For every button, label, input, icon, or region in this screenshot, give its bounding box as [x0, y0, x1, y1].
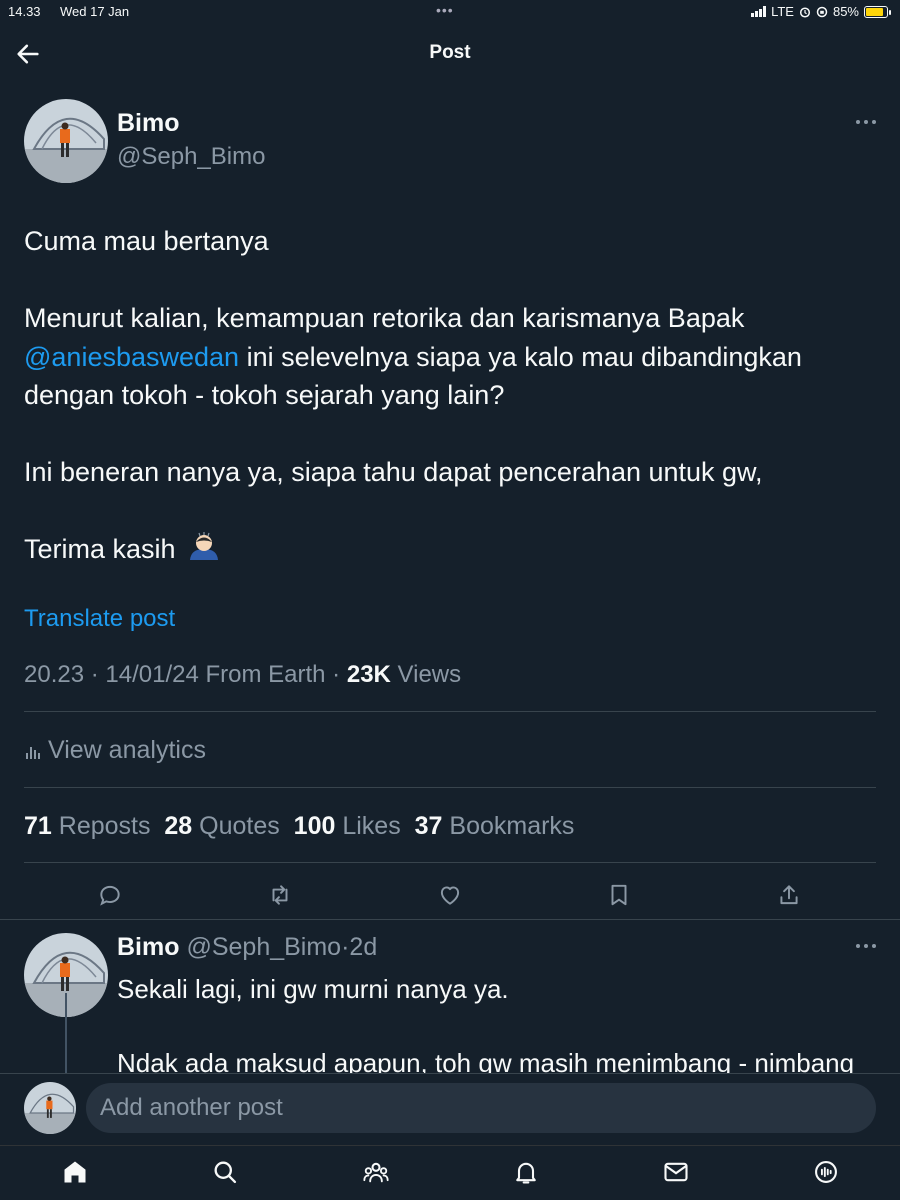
more-options-icon[interactable]: [856, 118, 878, 126]
reposts-count: 71: [24, 812, 52, 840]
divider: [24, 862, 876, 863]
reply-time: 2d: [349, 933, 378, 961]
reply-icon[interactable]: [97, 882, 123, 908]
reply-header: Bimo @Seph_Bimo·2d: [117, 933, 378, 961]
likes-label: Likes: [342, 812, 401, 840]
avatar-image: [24, 99, 108, 183]
home-icon[interactable]: [61, 1158, 89, 1186]
add-post-input[interactable]: Add another post: [86, 1083, 876, 1133]
author-avatar[interactable]: [24, 99, 108, 183]
reposts-label: Reposts: [58, 812, 151, 840]
like-icon[interactable]: [437, 882, 463, 908]
reply-author-handle[interactable]: @Seph_Bimo: [186, 933, 341, 961]
user-avatar: [24, 1082, 76, 1134]
notifications-icon[interactable]: [512, 1158, 540, 1186]
battery-icon: [864, 5, 891, 18]
status-date: Wed 17 Jan: [60, 4, 130, 19]
communities-icon[interactable]: [362, 1158, 390, 1186]
top-bar: Post: [0, 26, 900, 80]
quotes-stat[interactable]: 28 Quotes: [164, 812, 279, 840]
search-icon[interactable]: [211, 1158, 239, 1186]
divider: [24, 787, 876, 788]
post-stats: 71 Reposts 28 Quotes 100 Likes 37 Bookma…: [24, 812, 574, 841]
share-icon[interactable]: [776, 882, 802, 908]
status-bar: 14.33 Wed 17 Jan ••• LTE 85%: [0, 0, 900, 26]
bookmarks-label: Bookmarks: [449, 812, 575, 840]
likes-count: 100: [293, 812, 336, 840]
repost-icon[interactable]: [267, 882, 293, 908]
author-name[interactable]: Bimo: [117, 109, 180, 138]
grok-icon[interactable]: [812, 1158, 840, 1186]
bookmarks-stat[interactable]: 37 Bookmarks: [415, 812, 575, 840]
mention-link[interactable]: @aniesbaswedan: [24, 342, 239, 372]
reply-text: Sekali lagi, ini gw murni nanya ya. Ndak…: [117, 971, 877, 1082]
translate-post-link[interactable]: Translate post: [24, 605, 175, 633]
post-paragraph: Terima kasih: [24, 530, 874, 569]
signal-icon: [751, 6, 767, 17]
rotation-lock-icon: [816, 6, 828, 17]
post-text: Cuma mau bertanya Menurut kalian, kemamp…: [24, 222, 874, 569]
network-type: LTE: [771, 4, 794, 19]
author-handle[interactable]: @Seph_Bimo: [117, 143, 265, 171]
bookmark-icon[interactable]: [606, 882, 632, 908]
post-source: From Earth: [205, 661, 326, 688]
post-paragraph: Menurut kalian, kemampuan retorika dan k…: [24, 299, 874, 415]
post-text-segment: Terima kasih: [24, 534, 176, 564]
view-analytics-link[interactable]: View analytics: [24, 736, 206, 765]
bottom-tab-bar: [0, 1145, 900, 1200]
post-paragraph: Cuma mau bertanya: [24, 226, 269, 256]
views-count: 23K: [346, 661, 391, 688]
post-text-segment: Menurut kalian, kemampuan retorika dan k…: [24, 303, 745, 333]
thread-line: [65, 993, 67, 1073]
page-title: Post: [429, 42, 471, 63]
divider: [0, 919, 900, 920]
analytics-icon: [26, 746, 40, 759]
quotes-label: Quotes: [199, 812, 280, 840]
person-bowing-emoji: [190, 532, 219, 560]
alarm-icon: [799, 6, 811, 18]
multitask-dots-icon[interactable]: •••: [436, 2, 454, 18]
avatar-image: [24, 1082, 76, 1134]
post-meta: 20.23 · 14/01/24 From Earth · 23K Views: [24, 661, 462, 688]
more-options-icon[interactable]: [856, 942, 878, 950]
post-paragraph: Ini beneran nanya ya, siapa tahu dapat p…: [24, 457, 763, 487]
views-label: Views: [397, 661, 462, 688]
bookmarks-count: 37: [414, 812, 443, 840]
reply-line: Sekali lagi, ini gw murni nanya ya.: [117, 974, 509, 1004]
likes-stat[interactable]: 100 Likes: [294, 812, 401, 840]
reposts-stat[interactable]: 71 Reposts: [24, 812, 150, 840]
status-indicators: LTE 85%: [751, 4, 891, 19]
reply-author-name[interactable]: Bimo: [117, 933, 180, 961]
battery-percent: 85%: [832, 4, 859, 19]
view-analytics-label: View analytics: [48, 736, 206, 764]
divider: [24, 711, 876, 712]
status-time: 14.33: [8, 4, 41, 19]
messages-icon[interactable]: [662, 1158, 690, 1186]
post-timestamp: 20.23 · 14/01/24: [24, 661, 199, 688]
quotes-count: 28: [164, 812, 193, 840]
